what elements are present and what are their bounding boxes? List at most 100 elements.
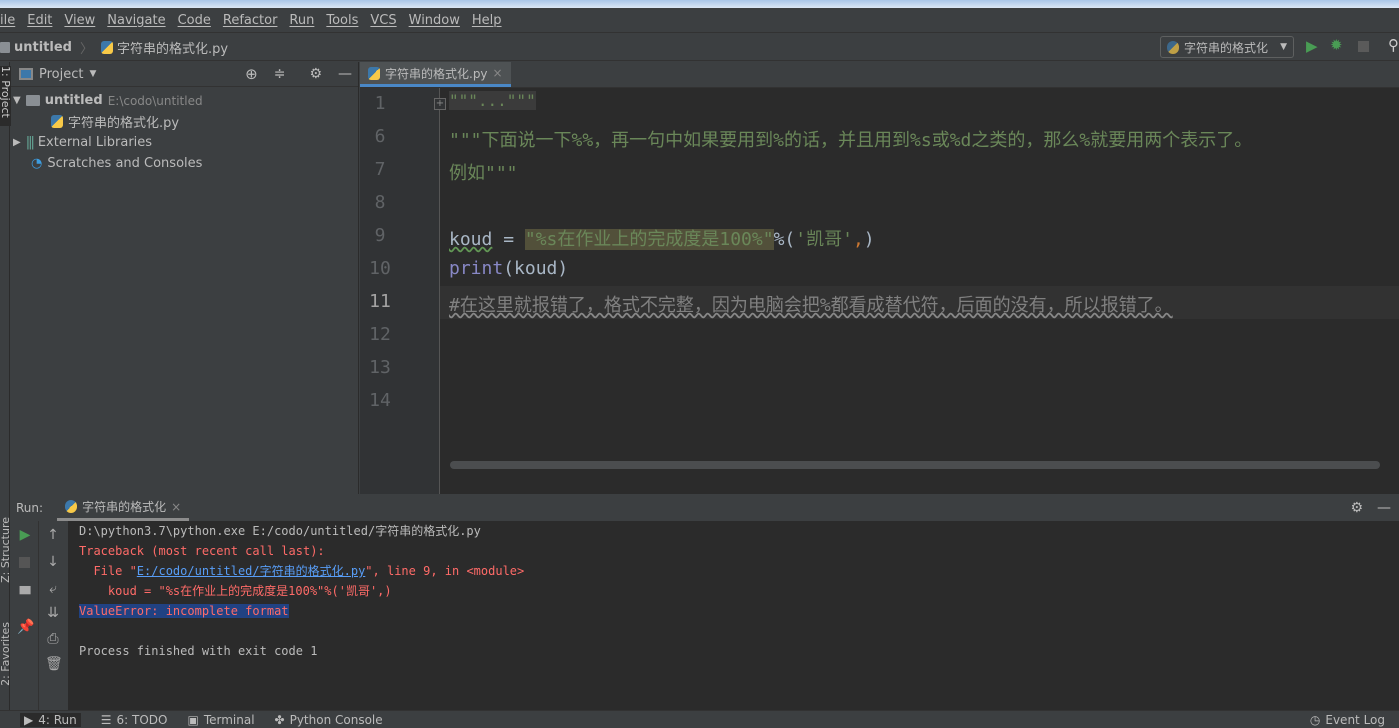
terminal-icon: ▣ (187, 712, 199, 727)
project-icon (19, 68, 33, 80)
menu-vcs[interactable]: VCS (364, 13, 402, 28)
code-line-1-folded[interactable]: """...""" (449, 91, 536, 110)
soft-wrap-icon[interactable]: ⤶ (45, 581, 61, 597)
code-line-7: 例如""" (449, 163, 518, 184)
left-tool-strip: 1: Project Z: Structure 2: Favorites (0, 62, 12, 710)
folder-icon (25, 95, 40, 106)
line-number: 7 (374, 159, 386, 180)
breadcrumb-separator: 〉 (79, 41, 93, 57)
down-arrow-icon[interactable]: ↓ (45, 554, 61, 570)
collapse-all-icon[interactable]: ≑ (274, 66, 286, 82)
tree-root-label: untitled (44, 93, 103, 108)
menu-bar: ile Edit View Navigate Code Refactor Run… (0, 8, 1399, 33)
scroll-to-end-icon[interactable]: ⇊ (45, 605, 61, 621)
run-tab[interactable]: 字符串的格式化 × (57, 495, 190, 521)
python-file-icon (51, 115, 63, 128)
console-command: D:\python3.7\python.exe E:/codo/untitled… (79, 524, 481, 538)
run-icon: ▶ (24, 712, 34, 727)
bottom-tab-todo[interactable]: ☰ 6: TODO (101, 713, 168, 727)
console-output[interactable]: D:\python3.7\python.exe E:/codo/untitled… (79, 521, 524, 661)
tree-item-external-libraries[interactable]: ▶ ||| External Libraries (11, 132, 358, 153)
menu-edit[interactable]: Edit (21, 13, 58, 28)
bottom-tab-python-console[interactable]: ✤ Python Console (275, 713, 383, 727)
tree-root-path: E:\codo\untitled (107, 93, 203, 108)
console-file-link[interactable]: E:/codo/untitled/字符串的格式化.py (137, 564, 366, 578)
rerun-button[interactable]: ▶ (17, 527, 33, 543)
bottom-tab-run[interactable]: ▶ 4: Run (20, 712, 81, 727)
layout-icon[interactable]: ▀ (17, 587, 33, 603)
menu-navigate[interactable]: Navigate (101, 13, 171, 28)
project-view-selector[interactable]: Project (39, 67, 83, 82)
bottom-tab-label: 6: TODO (116, 712, 168, 727)
code-editor[interactable]: 字符串的格式化.py × 1 6 7 8 9 10 11 12 13 14 + … (360, 62, 1399, 494)
search-icon[interactable]: ⚲ (1388, 36, 1399, 54)
print-icon[interactable]: ⎙ (45, 631, 61, 647)
pin-icon[interactable]: 📌 (17, 619, 34, 635)
breadcrumb: untitled 〉 字符串的格式化.py (0, 38, 228, 57)
horizontal-scrollbar[interactable] (450, 461, 1380, 469)
folder-icon (0, 41, 10, 53)
gear-icon[interactable]: ⚙ (309, 66, 322, 82)
trash-icon[interactable]: 🗑 (45, 656, 63, 672)
hide-icon[interactable]: — (1377, 500, 1391, 516)
up-arrow-icon[interactable]: ↑ (45, 527, 61, 543)
tree-item-file[interactable]: 字符串的格式化.py (11, 111, 358, 132)
locate-icon[interactable]: ⊕ (245, 65, 258, 83)
breadcrumb-project[interactable]: untitled (14, 40, 72, 55)
code-token: (koud) (503, 258, 569, 279)
code-line-6: """下面说一下%%，再一句中如果要用到%的话，并且用到%s或%d之类的，那么%… (449, 130, 1253, 151)
tree-scratches-label: Scratches and Consoles (47, 156, 203, 171)
event-log-button[interactable]: ◷ Event Log (1310, 713, 1385, 727)
project-panel: Project ▼ ⊕ ≑ ⚙ — ▼ untitled E:\codo\unt… (11, 62, 359, 494)
chevron-down-icon[interactable]: ▼ (89, 69, 96, 79)
fold-expand-icon[interactable]: + (434, 98, 446, 110)
debug-button[interactable]: ✹ (1330, 36, 1343, 54)
event-log-icon: ◷ (1309, 712, 1321, 727)
menu-code[interactable]: Code (172, 13, 217, 28)
code-line-11: #在这里就报错了，格式不完整，因为电脑会把%都看成替代符，后面的没有，所以报错了… (449, 295, 1173, 316)
menu-view[interactable]: View (58, 13, 101, 28)
menu-file[interactable]: ile (0, 13, 21, 28)
stop-button[interactable] (19, 557, 30, 568)
run-config-selector[interactable]: 字符串的格式化 ▼ (1160, 36, 1294, 58)
code-token: ) (863, 229, 875, 250)
library-icon: ||| (25, 135, 35, 150)
line-number: 13 (369, 357, 391, 378)
tree-item-scratches[interactable]: ◔ Scratches and Consoles (11, 153, 358, 174)
bottom-tab-label: Terminal (203, 712, 255, 727)
console-traceback: Traceback (most recent call last): (79, 544, 325, 558)
line-number: 6 (374, 126, 386, 147)
hide-icon[interactable]: — (338, 66, 352, 82)
console-error: ValueError: incomplete format (79, 604, 289, 618)
menu-run[interactable]: Run (283, 13, 320, 28)
python-file-icon (101, 40, 113, 54)
close-icon[interactable]: × (493, 66, 503, 80)
run-button[interactable]: ▶ (1306, 37, 1318, 55)
close-icon[interactable]: × (171, 500, 181, 514)
tab-file[interactable]: 字符串的格式化.py × (360, 62, 511, 87)
expand-arrow-icon[interactable]: ▶ (13, 137, 21, 148)
stop-button[interactable] (1358, 41, 1369, 52)
run-toolbar-secondary: ↑ ↓ ⤶ ⇊ ⎙ 🗑 (39, 521, 68, 710)
run-toolbar-primary: ▶ ▀ 📌 (11, 521, 39, 710)
bottom-tab-label: Event Log (1325, 712, 1385, 727)
menu-tools[interactable]: Tools (320, 13, 364, 28)
project-panel-header: Project ▼ ⊕ ≑ ⚙ — (11, 62, 358, 87)
console-finish: Process finished with exit code 1 (79, 644, 318, 658)
breadcrumb-file[interactable]: 字符串的格式化.py (117, 38, 228, 57)
console-file-line: File "E:/codo/untitled/字符串的格式化.py", line… (79, 561, 524, 581)
gear-icon[interactable]: ⚙ (1350, 500, 1363, 516)
expand-arrow-icon[interactable]: ▼ (13, 95, 21, 106)
menu-window[interactable]: Window (403, 13, 466, 28)
tree-item-root[interactable]: ▼ untitled E:\codo\untitled (11, 90, 358, 111)
code-token: koud (449, 229, 493, 250)
gutter: 1 6 7 8 9 10 11 12 13 14 + (360, 88, 446, 494)
tab-label: 字符串的格式化.py (385, 66, 488, 81)
code-token: , (852, 229, 864, 250)
bottom-tab-terminal[interactable]: ▣ Terminal (187, 713, 254, 727)
list-icon: ☰ (100, 712, 112, 727)
console-code-line: koud = "%s在作业上的完成度是100%"%('凯哥',) (79, 584, 392, 598)
scratches-icon: ◔ (31, 156, 43, 171)
menu-help[interactable]: Help (466, 13, 508, 28)
menu-refactor[interactable]: Refactor (217, 13, 284, 28)
